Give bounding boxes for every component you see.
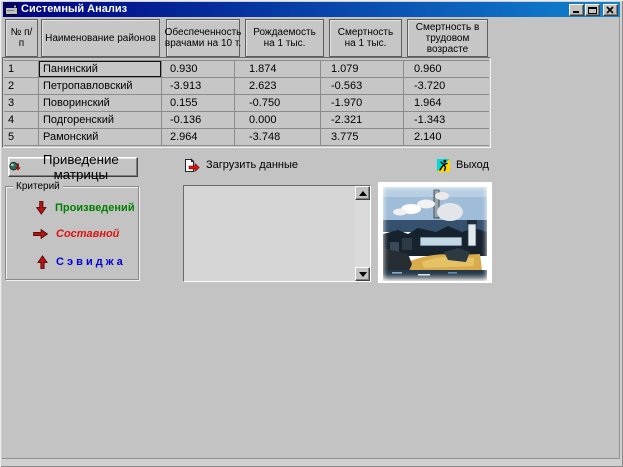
col-header-district: Наименование районов (41, 19, 160, 57)
col-header-working-age-mortality: Смертность в трудовом возрасте (407, 19, 488, 57)
cell-row-number[interactable]: 4 (4, 112, 39, 128)
cell-district[interactable]: Поворинский (39, 95, 162, 111)
table-row: 4 Подгоренский -0.136 0.000 -2.321 -1.34… (4, 112, 489, 129)
table-row: 3 Поворинский 0.155 -0.750 -1.970 1.964 (4, 95, 489, 112)
app-window: Системный Анализ № п/п Наименование райо… (0, 0, 623, 467)
cell-value[interactable]: -3.913 (162, 78, 235, 94)
criterion-label: С э в и д ж а (56, 256, 123, 268)
cell-value[interactable]: -3.720 (404, 78, 489, 94)
results-listbox[interactable] (183, 185, 371, 282)
data-grid: 1 Панинский 0.930 1.874 1.079 0.960 2 Пе… (2, 57, 491, 148)
col-header-mortality: Смертность на 1 тыс. (329, 19, 402, 57)
exit-label: Выход (456, 159, 489, 171)
cell-district[interactable]: Подгоренский (39, 112, 162, 128)
exit-button[interactable]: Выход (437, 157, 489, 173)
cell-value[interactable]: 1.079 (321, 61, 404, 77)
reduce-matrix-label: Приведение матрицы (42, 152, 119, 182)
cell-value[interactable]: 0.155 (162, 95, 235, 111)
cell-value[interactable]: -2.321 (321, 112, 404, 128)
load-data-button[interactable]: Загрузить данные (184, 157, 298, 173)
scroll-up-icon (358, 190, 367, 196)
close-icon (606, 5, 614, 14)
cell-value[interactable]: 2.964 (162, 129, 235, 145)
maximize-button[interactable] (585, 3, 600, 16)
arrow-up-icon (37, 255, 48, 269)
minimize-icon (573, 10, 579, 13)
table-row: 5 Рамонский 2.964 -3.748 3.775 2.140 (4, 129, 489, 146)
criterion-savage[interactable]: С э в и д ж а (37, 255, 123, 269)
cell-district-selected[interactable]: Панинский (39, 61, 162, 77)
cell-value[interactable]: 0.960 (404, 61, 489, 77)
exit-running-man-icon (437, 158, 450, 172)
scroll-up-button[interactable] (355, 186, 370, 200)
cell-district[interactable]: Рамонский (39, 129, 162, 145)
minimize-button[interactable] (569, 3, 584, 16)
cell-value[interactable]: -1.970 (321, 95, 404, 111)
cell-value[interactable]: 2.623 (235, 78, 321, 94)
cell-row-number[interactable]: 5 (4, 129, 39, 145)
factory-painting-image (378, 182, 492, 283)
matrix-sphere-icon (9, 161, 21, 171)
arrow-right-icon (33, 229, 48, 239)
title-bar[interactable]: Системный Анализ (3, 2, 620, 17)
col-header-doctors: Обеспеченность врачами на 10 т. (165, 19, 241, 57)
maximize-icon (588, 6, 597, 14)
criteria-groupbox-title: Критерий (13, 181, 63, 192)
criteria-groupbox: Критерий Произведений Составной С э в и … (5, 181, 139, 280)
cell-value[interactable]: -0.750 (235, 95, 321, 111)
criterion-composite[interactable]: Составной (33, 228, 119, 240)
scroll-down-icon (358, 271, 367, 277)
close-button[interactable] (603, 3, 618, 16)
criterion-label: Составной (56, 228, 120, 240)
cell-value[interactable]: 3.775 (321, 129, 404, 145)
load-data-label: Загрузить данные (206, 159, 298, 171)
table-row: 1 Панинский 0.930 1.874 1.079 0.960 (4, 60, 489, 78)
cell-value[interactable]: 0.000 (235, 112, 321, 128)
cell-value[interactable]: -3.748 (235, 129, 321, 145)
app-form-icon (5, 4, 18, 15)
criterion-label: Произведений (55, 202, 135, 214)
col-header-num: № п/п (5, 19, 38, 57)
cell-value[interactable]: 0.930 (162, 61, 235, 77)
cell-district[interactable]: Петропавловский (39, 78, 162, 94)
cell-value[interactable]: 1.874 (235, 61, 321, 77)
load-data-icon (185, 157, 200, 172)
cell-value[interactable]: -1.343 (404, 112, 489, 128)
arrow-down-icon (36, 201, 47, 215)
cell-value[interactable]: 2.140 (404, 129, 489, 145)
cell-value[interactable]: -0.563 (321, 78, 404, 94)
reduce-matrix-button[interactable]: Приведение матрицы (8, 152, 138, 182)
col-header-birthrate: Рождаемость на 1 тыс. (245, 19, 324, 57)
cell-value[interactable]: -0.136 (162, 112, 235, 128)
criterion-product[interactable]: Произведений (36, 201, 135, 215)
cell-row-number[interactable]: 1 (4, 61, 39, 77)
cell-row-number[interactable]: 2 (4, 78, 39, 94)
cell-row-number[interactable]: 3 (4, 95, 39, 111)
window-title: Системный Анализ (21, 3, 128, 15)
vertical-scrollbar[interactable] (355, 186, 370, 281)
cell-value[interactable]: 1.964 (404, 95, 489, 111)
scroll-down-button[interactable] (355, 267, 370, 281)
table-row: 2 Петропавловский -3.913 2.623 -0.563 -3… (4, 78, 489, 95)
